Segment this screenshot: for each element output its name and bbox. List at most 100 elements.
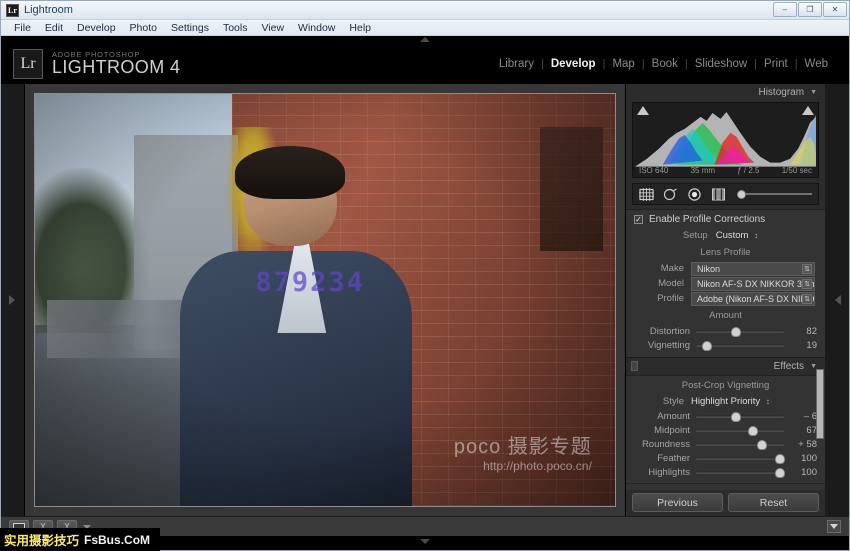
module-develop[interactable]: Develop: [544, 58, 603, 70]
updown-arrows-icon[interactable]: ⇅: [802, 293, 812, 304]
image-canvas[interactable]: 879234 poco 摄影专题 http://photo.poco.cn/: [25, 84, 625, 516]
toolbar-toggle-icon[interactable]: [827, 520, 841, 533]
previous-button[interactable]: Previous: [632, 493, 723, 512]
poco-watermark-url: http://photo.poco.cn/: [483, 459, 592, 474]
distortion-knob[interactable]: [730, 326, 741, 337]
module-slideshow[interactable]: Slideshow: [688, 58, 754, 70]
panel-scrollbar[interactable]: [816, 369, 824, 439]
effects-panel-switch[interactable]: [631, 361, 638, 371]
right-panel-toggle-rail[interactable]: [825, 84, 849, 516]
setup-popup[interactable]: Custom ↕: [716, 230, 758, 241]
spot-removal-icon[interactable]: [663, 187, 678, 201]
photo-subject-hair: [235, 145, 346, 200]
midpoint-track[interactable]: [696, 425, 784, 436]
maximize-button[interactable]: ❐: [798, 2, 822, 17]
develop-tool-strip: [632, 183, 819, 205]
feather-knob[interactable]: [774, 453, 785, 464]
make-popup[interactable]: Nikon ⇅: [691, 261, 815, 276]
roundness-value[interactable]: + 58: [791, 439, 817, 450]
setup-row[interactable]: Setup Custom ↕: [626, 228, 825, 243]
menu-help[interactable]: Help: [342, 20, 378, 36]
top-panel-arrow-icon[interactable]: [420, 37, 430, 42]
crop-overlay-icon[interactable]: [639, 187, 654, 201]
shadow-clipping-indicator[interactable]: [637, 106, 649, 115]
grain-divider: [626, 483, 825, 484]
menu-develop[interactable]: Develop: [70, 20, 123, 36]
loupe-photo[interactable]: 879234 poco 摄影专题 http://photo.poco.cn/: [35, 94, 615, 506]
effect-amount-knob[interactable]: [730, 411, 741, 422]
midpoint-row[interactable]: Midpoint 67: [626, 423, 825, 437]
updown-arrows-icon[interactable]: ⇅: [802, 278, 812, 289]
adjustment-brush-icon[interactable]: [737, 189, 812, 199]
roundness-track[interactable]: [696, 439, 784, 450]
feather-value[interactable]: 100: [791, 453, 817, 464]
right-panel-arrow-icon[interactable]: [835, 295, 841, 305]
close-button[interactable]: ✕: [823, 2, 847, 17]
effects-panel-header[interactable]: Effects ▼: [626, 357, 825, 375]
updown-arrows-icon[interactable]: ⇅: [802, 263, 812, 274]
enable-profile-corrections-row[interactable]: ✓ Enable Profile Corrections: [626, 210, 825, 228]
effect-amount-track[interactable]: [696, 411, 784, 422]
feather-track[interactable]: [696, 453, 785, 464]
profile-row[interactable]: Profile Adobe (Nikon AF-S DX NIKKO... ⇅: [626, 291, 825, 306]
module-book[interactable]: Book: [645, 58, 685, 70]
chevron-down-icon[interactable]: ▼: [810, 89, 817, 96]
menu-tools[interactable]: Tools: [216, 20, 255, 36]
fsbus-watermark-english: FsBus.CoM: [84, 532, 151, 547]
red-eye-icon[interactable]: [687, 187, 702, 201]
menu-view[interactable]: View: [254, 20, 291, 36]
menu-settings[interactable]: Settings: [164, 20, 216, 36]
menu-edit[interactable]: Edit: [38, 20, 70, 36]
vignetting-slider-row[interactable]: Vignetting 19: [626, 338, 825, 352]
style-popup[interactable]: Highlight Priority ↕: [691, 396, 770, 407]
module-print[interactable]: Print: [757, 58, 795, 70]
distortion-value[interactable]: 82: [791, 326, 817, 337]
distortion-track[interactable]: [696, 326, 784, 337]
vignetting-track[interactable]: [696, 340, 784, 351]
exif-focal-length: 35 mm: [690, 166, 716, 175]
style-row[interactable]: Style Highlight Priority ↕: [626, 394, 825, 409]
highlights-row[interactable]: Highlights 100: [626, 465, 825, 479]
midpoint-knob[interactable]: [748, 425, 759, 436]
bottom-panel-arrow-icon[interactable]: [420, 539, 430, 544]
histogram-widget[interactable]: ISO 640 35 mm ƒ / 2.5 1/50 sec: [632, 102, 819, 178]
setup-label: Setup: [682, 230, 708, 241]
minimize-button[interactable]: –: [773, 2, 797, 17]
effect-amount-value[interactable]: – 6: [791, 411, 817, 422]
module-map[interactable]: Map: [605, 58, 641, 70]
vignetting-knob[interactable]: [702, 340, 713, 351]
left-panel-toggle-rail[interactable]: [1, 84, 25, 516]
enable-profile-corrections-checkbox[interactable]: ✓: [634, 215, 643, 224]
model-popup[interactable]: Nikon AF-S DX NIKKOR 35mm... ⇅: [691, 276, 815, 291]
highlights-value[interactable]: 100: [791, 467, 817, 478]
left-panel-arrow-icon[interactable]: [9, 295, 15, 305]
histogram-panel-header[interactable]: Histogram ▼: [626, 84, 825, 100]
top-panel-toggle-strip[interactable]: [1, 36, 849, 44]
profile-popup[interactable]: Adobe (Nikon AF-S DX NIKKO... ⇅: [691, 291, 815, 306]
menu-window[interactable]: Window: [291, 20, 342, 36]
feather-row[interactable]: Feather 100: [626, 451, 825, 465]
menu-photo[interactable]: Photo: [123, 20, 164, 36]
make-row[interactable]: Make Nikon ⇅: [626, 261, 825, 276]
updown-arrows-icon[interactable]: ↕: [766, 397, 770, 406]
effect-amount-row[interactable]: Amount – 6: [626, 409, 825, 423]
module-library[interactable]: Library: [492, 58, 541, 70]
highlight-clipping-indicator[interactable]: [802, 106, 814, 115]
roundness-knob[interactable]: [757, 439, 767, 450]
window-controls: – ❐ ✕: [773, 2, 847, 17]
midpoint-value[interactable]: 67: [791, 425, 817, 436]
module-web[interactable]: Web: [798, 58, 835, 70]
highlights-knob[interactable]: [774, 467, 785, 478]
panel-scroll-area[interactable]: ✓ Enable Profile Corrections Setup Custo…: [626, 209, 825, 490]
roundness-row[interactable]: Roundness + 58: [626, 437, 825, 451]
vignetting-value[interactable]: 19: [791, 340, 817, 351]
highlights-track[interactable]: [696, 467, 785, 478]
updown-arrows-icon[interactable]: ↕: [754, 231, 758, 240]
menu-file[interactable]: File: [7, 20, 38, 36]
brush-track[interactable]: [745, 193, 812, 195]
grain-title: Grain: [626, 488, 825, 490]
reset-button[interactable]: Reset: [728, 493, 819, 512]
distortion-slider-row[interactable]: Distortion 82: [626, 324, 825, 338]
model-row[interactable]: Model Nikon AF-S DX NIKKOR 35mm... ⇅: [626, 276, 825, 291]
graduated-filter-icon[interactable]: [711, 188, 726, 201]
